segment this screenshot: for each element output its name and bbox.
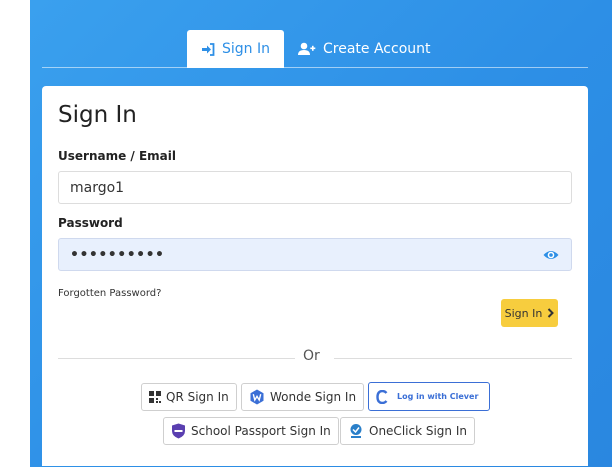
chevron-right-icon bbox=[548, 308, 555, 318]
qr-sign-in-label: QR Sign In bbox=[166, 390, 229, 404]
forgot-password-link[interactable]: Forgotten Password? bbox=[58, 288, 161, 299]
oneclick-logo-icon bbox=[350, 424, 362, 438]
school-passport-sign-in-label: School Passport Sign In bbox=[191, 424, 331, 438]
divider-right bbox=[334, 358, 572, 359]
sign-in-card: Sign In Username / Email margo1 Password… bbox=[42, 86, 588, 466]
wonde-sign-in-button[interactable]: Wonde Sign In bbox=[241, 383, 365, 411]
eye-icon[interactable] bbox=[543, 248, 559, 262]
tab-sign-in[interactable]: Sign In bbox=[187, 30, 284, 68]
password-input[interactable]: •••••••••• bbox=[58, 238, 572, 271]
tab-create-account-label: Create Account bbox=[323, 41, 431, 57]
sign-in-button[interactable]: Sign In bbox=[501, 299, 558, 327]
oneclick-sign-in-button[interactable]: OneClick Sign In bbox=[340, 417, 475, 445]
qr-code-icon bbox=[149, 391, 161, 403]
oneclick-sign-in-label: OneClick Sign In bbox=[369, 424, 467, 438]
school-passport-logo-icon bbox=[172, 423, 185, 439]
tab-create-account[interactable]: Create Account bbox=[298, 30, 431, 68]
username-value: margo1 bbox=[70, 179, 125, 196]
clever-sign-in-button[interactable]: Log in with Clever bbox=[368, 382, 490, 411]
divider-left bbox=[58, 358, 295, 359]
tab-sign-in-label: Sign In bbox=[222, 41, 270, 57]
password-value: •••••••••• bbox=[70, 246, 165, 263]
page-title: Sign In bbox=[58, 102, 137, 128]
sign-in-button-label: Sign In bbox=[504, 306, 543, 320]
add-user-icon bbox=[298, 42, 316, 55]
school-passport-sign-in-button[interactable]: School Passport Sign In bbox=[163, 417, 339, 445]
clever-sign-in-label: Log in with Clever bbox=[397, 392, 479, 401]
username-input[interactable]: margo1 bbox=[58, 171, 572, 204]
clever-logo-icon bbox=[376, 389, 388, 404]
wonde-logo-icon bbox=[250, 389, 264, 405]
divider-text: Or bbox=[303, 348, 320, 364]
sign-in-icon bbox=[202, 42, 215, 56]
wonde-sign-in-label: Wonde Sign In bbox=[270, 390, 357, 404]
username-label: Username / Email bbox=[58, 149, 176, 163]
qr-sign-in-button[interactable]: QR Sign In bbox=[141, 383, 237, 411]
password-label: Password bbox=[58, 216, 123, 230]
